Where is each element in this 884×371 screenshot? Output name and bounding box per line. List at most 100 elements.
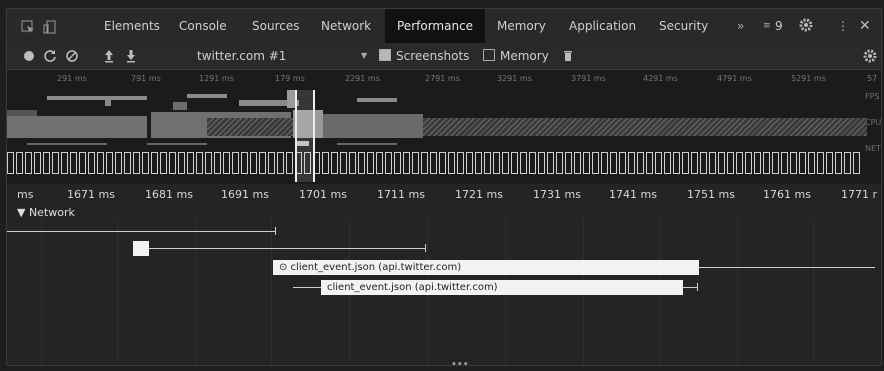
screenshot-thumbnail[interactable] — [448, 152, 455, 174]
screenshot-thumbnail[interactable] — [7, 152, 14, 174]
screenshot-thumbnail[interactable] — [745, 152, 752, 174]
screenshot-thumbnail[interactable] — [43, 152, 50, 174]
screenshot-thumbnail[interactable] — [754, 152, 761, 174]
screenshot-thumbnail[interactable] — [124, 152, 131, 174]
screenshot-thumbnail[interactable] — [844, 152, 851, 174]
kebab-menu-icon[interactable]: ⋮ — [837, 9, 849, 43]
screenshot-thumbnail[interactable] — [646, 152, 653, 174]
tab-security[interactable]: Security — [659, 9, 708, 43]
screenshot-thumbnail[interactable] — [52, 152, 59, 174]
reload-record-icon[interactable] — [43, 43, 57, 69]
screenshot-thumbnail[interactable] — [250, 152, 257, 174]
screenshot-thumbnail[interactable] — [142, 152, 149, 174]
screenshot-thumbnail[interactable] — [655, 152, 662, 174]
recording-select[interactable]: twitter.com #1 — [197, 43, 286, 69]
screenshot-thumbnail[interactable] — [16, 152, 23, 174]
screenshot-thumbnail[interactable] — [151, 152, 158, 174]
tab-elements[interactable]: Elements — [104, 9, 160, 43]
screenshot-thumbnail[interactable] — [736, 152, 743, 174]
screenshot-thumbnail[interactable] — [223, 152, 230, 174]
screenshot-thumbnail[interactable] — [592, 152, 599, 174]
screenshot-thumbnail[interactable] — [331, 152, 338, 174]
screenshot-thumbnail[interactable] — [511, 152, 518, 174]
screenshot-thumbnail[interactable] — [385, 152, 392, 174]
screenshot-thumbnail[interactable] — [196, 152, 203, 174]
screenshot-thumbnail[interactable] — [673, 152, 680, 174]
trash-icon[interactable] — [563, 43, 573, 69]
timeline-overview[interactable]: 291 ms 791 ms 1291 ms 179 ms 2291 ms 279… — [7, 70, 881, 184]
screenshot-thumbnail[interactable] — [619, 152, 626, 174]
screenshot-thumbnail[interactable] — [61, 152, 68, 174]
screenshot-thumbnail[interactable] — [709, 152, 716, 174]
screenshot-thumbnail[interactable] — [601, 152, 608, 174]
screenshot-thumbnail[interactable] — [664, 152, 671, 174]
issues-count[interactable]: 9 — [775, 9, 783, 43]
screenshot-thumbnail[interactable] — [700, 152, 707, 174]
chevron-down-icon[interactable]: ▼ — [361, 43, 367, 69]
record-button[interactable] — [23, 43, 35, 69]
screenshot-thumbnail[interactable] — [628, 152, 635, 174]
screenshot-thumbnail[interactable] — [412, 152, 419, 174]
checkbox-unchecked-icon[interactable] — [483, 49, 495, 61]
screenshot-thumbnail[interactable] — [367, 152, 374, 174]
screenshot-thumbnail[interactable] — [457, 152, 464, 174]
issues-icon[interactable]: ≡ — [763, 9, 771, 43]
screenshot-thumbnail[interactable] — [358, 152, 365, 174]
screenshot-thumbnail[interactable] — [484, 152, 491, 174]
screenshot-thumbnail[interactable] — [817, 152, 824, 174]
screenshot-thumbnail[interactable] — [529, 152, 536, 174]
screenshot-thumbnail[interactable] — [25, 152, 32, 174]
screenshot-thumbnail[interactable] — [286, 152, 293, 174]
screenshot-thumbnail[interactable] — [97, 152, 104, 174]
screenshot-thumbnail[interactable] — [502, 152, 509, 174]
screenshot-thumbnail[interactable] — [808, 152, 815, 174]
screenshot-thumbnail[interactable] — [853, 152, 860, 174]
screenshot-thumbnail[interactable] — [187, 152, 194, 174]
screenshot-thumbnail[interactable] — [268, 152, 275, 174]
screenshot-thumbnail[interactable] — [88, 152, 95, 174]
screenshot-thumbnail[interactable] — [493, 152, 500, 174]
screenshot-thumbnail[interactable] — [277, 152, 284, 174]
screenshot-thumbnail[interactable] — [637, 152, 644, 174]
clear-icon[interactable] — [65, 43, 79, 69]
device-toolbar-icon[interactable] — [43, 19, 57, 34]
request-bar[interactable]: client_event.json (api.twitter.com) — [321, 280, 683, 295]
tab-performance[interactable]: Performance — [385, 9, 486, 43]
screenshot-thumbnail[interactable] — [232, 152, 239, 174]
screenshot-thumbnail[interactable] — [34, 152, 41, 174]
screenshot-thumbnail[interactable] — [574, 152, 581, 174]
screenshot-thumbnail[interactable] — [520, 152, 527, 174]
upload-profile-icon[interactable] — [103, 43, 115, 69]
memory-checkbox[interactable]: Memory — [483, 43, 549, 69]
screenshot-thumbnail[interactable] — [790, 152, 797, 174]
screenshot-thumbnail[interactable] — [349, 152, 356, 174]
screenshot-filmstrip[interactable] — [7, 152, 867, 176]
screenshot-thumbnail[interactable] — [421, 152, 428, 174]
request-bar[interactable] — [133, 241, 149, 256]
screenshot-thumbnail[interactable] — [727, 152, 734, 174]
screenshot-thumbnail[interactable] — [610, 152, 617, 174]
screenshot-thumbnail[interactable] — [565, 152, 572, 174]
screenshot-thumbnail[interactable] — [835, 152, 842, 174]
screenshot-thumbnail[interactable] — [394, 152, 401, 174]
screenshot-thumbnail[interactable] — [376, 152, 383, 174]
screenshot-thumbnail[interactable] — [115, 152, 122, 174]
tab-application[interactable]: Application — [569, 9, 636, 43]
screenshot-thumbnail[interactable] — [475, 152, 482, 174]
screenshot-thumbnail[interactable] — [79, 152, 86, 174]
screenshots-checkbox[interactable]: Screenshots — [379, 43, 469, 69]
settings-gear-icon[interactable] — [799, 9, 813, 43]
screenshot-thumbnail[interactable] — [718, 152, 725, 174]
screenshot-thumbnail[interactable] — [538, 152, 545, 174]
more-tabs-button[interactable]: » — [737, 9, 744, 43]
tab-memory[interactable]: Memory — [497, 9, 546, 43]
screenshot-thumbnail[interactable] — [205, 152, 212, 174]
screenshot-thumbnail[interactable] — [799, 152, 806, 174]
screenshot-thumbnail[interactable] — [547, 152, 554, 174]
checkbox-checked-icon[interactable] — [379, 49, 391, 61]
screenshot-thumbnail[interactable] — [466, 152, 473, 174]
tab-console[interactable]: Console — [179, 9, 227, 43]
screenshot-thumbnail[interactable] — [682, 152, 689, 174]
screenshot-thumbnail[interactable] — [322, 152, 329, 174]
overview-selection-window[interactable] — [295, 90, 315, 182]
